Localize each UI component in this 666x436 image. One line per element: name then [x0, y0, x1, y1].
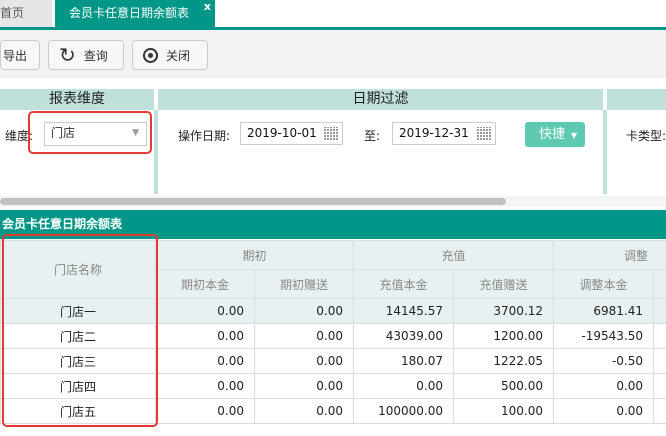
- value-cell: [653, 398, 666, 424]
- table-title-text: 会员卡任意日期余额表: [2, 217, 123, 231]
- value-cell: 100000.00: [353, 398, 455, 424]
- value-cell: 0.00: [553, 373, 655, 399]
- value-cell: 6981.41: [553, 298, 655, 324]
- header-col[interactable]: [653, 269, 666, 299]
- value-cell: 0.00: [253, 298, 355, 324]
- export-label: 导出: [3, 48, 28, 63]
- close-button[interactable]: 关闭: [132, 40, 208, 70]
- header-col[interactable]: 充值本金: [353, 269, 455, 299]
- scrollbar-thumb[interactable]: [0, 198, 506, 205]
- value-cell: 43039.00: [353, 323, 455, 349]
- value-cell: 0.00: [155, 373, 255, 399]
- header-col[interactable]: 期初赠送: [253, 269, 355, 299]
- query-label: 查询: [83, 48, 108, 63]
- header-col[interactable]: 期初本金: [155, 269, 255, 299]
- value-cell: 100.00: [453, 398, 555, 424]
- value-cell: 0.00: [253, 398, 355, 424]
- quick-button[interactable]: 快捷 ▼: [525, 122, 585, 147]
- value-cell: -19543.50: [553, 323, 655, 349]
- value-cell: 1222.05: [453, 348, 555, 374]
- to-label: 至:: [364, 129, 381, 143]
- header-group-adjust: 调整: [553, 240, 666, 270]
- stop-circle-icon: [143, 47, 158, 63]
- card-type-label: 卡类型:: [626, 129, 666, 143]
- value-cell: 0.00: [155, 398, 255, 424]
- value-cell: 3700.12: [453, 298, 555, 324]
- value-cell: 0.00: [155, 298, 255, 324]
- value-cell: 0.00: [155, 323, 255, 349]
- tab-home[interactable]: 首页: [0, 0, 52, 27]
- card-panel: [603, 110, 666, 194]
- value-cell: 0.00: [155, 348, 255, 374]
- value-cell: [653, 373, 666, 399]
- value-cell: 180.07: [353, 348, 455, 374]
- start-date-input[interactable]: 2019-10-01: [240, 122, 343, 145]
- calendar-icon[interactable]: [324, 127, 338, 140]
- highlight-box-dimension: [28, 111, 152, 154]
- query-button[interactable]: ↻ 查询: [48, 40, 124, 70]
- tab-card-balance[interactable]: 会员卡任意日期余额表 x: [55, 0, 215, 27]
- value-cell: 14145.57: [353, 298, 455, 324]
- value-cell: [653, 348, 666, 374]
- caret-down-icon: ▼: [571, 131, 578, 140]
- toolbar: 导出 ↻ 查询 关闭: [0, 30, 666, 78]
- header-group-recharge: 充值: [353, 240, 555, 270]
- quick-label: 快捷: [539, 127, 566, 142]
- end-date-value: 2019-12-31: [399, 126, 469, 140]
- value-cell: [653, 323, 666, 349]
- export-button[interactable]: 导出: [0, 40, 40, 70]
- start-date-value: 2019-10-01: [247, 126, 317, 140]
- refresh-icon: ↻: [59, 43, 76, 67]
- operation-date-label: 操作日期:: [178, 129, 231, 143]
- calendar-icon[interactable]: [477, 127, 491, 140]
- value-cell: 0.00: [553, 398, 655, 424]
- value-cell: -0.50: [553, 348, 655, 374]
- end-date-input[interactable]: 2019-12-31: [392, 122, 496, 145]
- dimension-panel-title: 报表维度: [0, 89, 154, 110]
- close-label: 关闭: [166, 48, 191, 63]
- value-cell: 0.00: [253, 373, 355, 399]
- value-cell: 0.00: [253, 348, 355, 374]
- tab-label: 会员卡任意日期余额表: [69, 6, 190, 20]
- header-col[interactable]: 调整本金: [553, 269, 655, 299]
- value-cell: 0.00: [253, 323, 355, 349]
- value-cell: 1200.00: [453, 323, 555, 349]
- close-icon[interactable]: x: [204, 0, 211, 14]
- value-cell: [653, 298, 666, 324]
- value-cell: 0.00: [353, 373, 455, 399]
- header-col[interactable]: 充值赠送: [453, 269, 555, 299]
- value-cell: 500.00: [453, 373, 555, 399]
- header-group-opening: 期初: [154, 240, 355, 270]
- date-panel-title: 日期过滤: [158, 89, 603, 110]
- card-panel-title: [607, 89, 666, 110]
- highlight-box-store-column: [2, 234, 158, 427]
